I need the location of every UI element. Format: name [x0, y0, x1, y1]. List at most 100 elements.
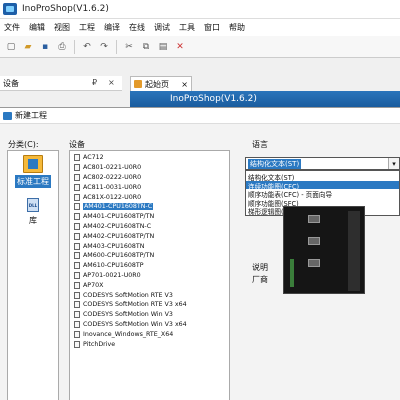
device-icon	[74, 203, 80, 211]
vendor-label: 厂商	[252, 275, 268, 284]
print-icon[interactable]: ⎙	[55, 40, 69, 54]
device-icon	[74, 173, 80, 181]
device-item-label: AC712	[83, 154, 104, 162]
ethernet-port	[308, 215, 320, 223]
device-item[interactable]: AC811-0031-U0R0	[70, 182, 229, 192]
device-item-label: AP70X	[83, 281, 104, 289]
open-icon[interactable]: ▰	[21, 40, 35, 54]
menu-build[interactable]: 编译	[104, 22, 120, 33]
category-list: 标准工程 DLL 库	[7, 150, 59, 400]
close-icon[interactable]: ×	[181, 80, 188, 89]
menu-bar: 文件 编辑 视图 工程 编译 在线 调试 工具 窗口 帮助	[0, 19, 400, 36]
device-icon	[74, 232, 80, 240]
category-label-text: 库	[29, 216, 37, 225]
device-icon	[74, 164, 80, 172]
language-option[interactable]: 结构化文本(ST)	[246, 172, 399, 182]
device-label: 设备	[69, 140, 85, 149]
device-icon	[74, 330, 80, 338]
device-item[interactable]: AM402-CPU1608TP/TN	[70, 231, 229, 241]
menu-window[interactable]: 窗口	[204, 22, 220, 33]
menu-tools[interactable]: 工具	[179, 22, 195, 33]
menu-project[interactable]: 工程	[79, 22, 95, 33]
device-item[interactable]: PitchDrive	[70, 339, 229, 349]
device-item-label: Inovance_Windows_RTE_X64	[83, 330, 174, 338]
device-item[interactable]: CODESYS SoftMotion Win V3 x64	[70, 320, 229, 330]
category-standard-project[interactable]: 标准工程	[9, 153, 57, 190]
app-titlebar: InoProShop(V1.6.2)	[0, 0, 400, 19]
devices-panel-header: 设备 ₽ ×	[0, 76, 122, 91]
chevron-down-icon[interactable]: ▾	[388, 158, 399, 169]
menu-online[interactable]: 在线	[129, 22, 145, 33]
dialog-titlebar: 新建工程	[0, 108, 400, 124]
device-item[interactable]: AM402-CPU1608TN-C	[70, 222, 229, 232]
device-list: AC712 AC801-0221-U0R0 AC802-0222-U0R0 AC…	[69, 150, 230, 400]
device-image	[283, 206, 365, 294]
close-icon[interactable]: ×	[108, 78, 115, 87]
delete-icon[interactable]: ✕	[173, 40, 187, 54]
device-item-label: CODESYS SoftMotion Win V3 x64	[83, 320, 187, 328]
toolbar-separator	[74, 39, 75, 54]
device-item-label: AC802-0222-U0R0	[83, 173, 142, 181]
device-item[interactable]: CODESYS SoftMotion RTE V3 x64	[70, 300, 229, 310]
menu-edit[interactable]: 编辑	[29, 22, 45, 33]
app-logo-icon	[3, 3, 17, 15]
description-label: 说明	[252, 263, 268, 272]
device-icon	[74, 183, 80, 191]
device-icon	[74, 242, 80, 250]
device-item[interactable]: AM401-CPU1608TP/TN	[70, 212, 229, 222]
new-icon[interactable]: ▢	[4, 40, 18, 54]
device-icon	[74, 154, 80, 162]
menu-view[interactable]: 视图	[54, 22, 70, 33]
device-item[interactable]: Inovance_Windows_RTE_X64	[70, 329, 229, 339]
device-item-label: AM610-CPU1608TP	[83, 262, 144, 270]
category-library[interactable]: DLL 库	[9, 196, 57, 229]
device-item[interactable]: AM403-CPU1608TN	[70, 241, 229, 251]
device-item[interactable]: AM610-CPU1608TP	[70, 261, 229, 271]
redo-icon[interactable]: ↷	[97, 40, 111, 54]
device-item[interactable]: AC81X-0122-U0R0	[70, 192, 229, 202]
device-item-label: CODESYS SoftMotion RTE V3 x64	[83, 301, 187, 309]
ethernet-port	[308, 237, 320, 245]
device-item-label: AM600-CPU1608TP/TN	[83, 252, 155, 260]
save-icon[interactable]: ▪	[38, 40, 52, 54]
device-icon	[74, 271, 80, 279]
undo-icon[interactable]: ↶	[80, 40, 94, 54]
device-icon	[74, 311, 80, 319]
start-page-banner: InoProShop(V1.6.2)	[130, 91, 400, 107]
device-item-label: AC811-0031-U0R0	[83, 183, 142, 191]
devices-panel-title: 设备	[3, 78, 19, 88]
language-option-highlighted[interactable]: 连续功能图(CFC)	[246, 180, 399, 191]
device-icon	[74, 222, 80, 230]
copy-icon[interactable]: ⧉	[139, 40, 153, 54]
menu-help[interactable]: 帮助	[229, 22, 245, 33]
device-item[interactable]: AC712	[70, 153, 229, 163]
language-selected-value: 结构化文本(ST)	[248, 158, 302, 169]
device-icon	[74, 252, 80, 260]
device-icon	[74, 213, 80, 221]
toolbar: ▢ ▰ ▪ ⎙ ↶ ↷ ✂ ⧉ ▤ ✕	[0, 36, 400, 58]
device-item-label: PitchDrive	[83, 340, 116, 348]
device-item-selected[interactable]: AM401-CPU1608TN-C	[70, 202, 229, 212]
status-led-strip	[290, 259, 294, 287]
device-item[interactable]: AP701-0021-U0R0	[70, 271, 229, 281]
menu-file[interactable]: 文件	[4, 22, 20, 33]
device-item[interactable]: AP70X	[70, 280, 229, 290]
menu-debug[interactable]: 调试	[154, 22, 170, 33]
device-item[interactable]: AC802-0222-U0R0	[70, 173, 229, 183]
cut-icon[interactable]: ✂	[122, 40, 136, 54]
device-icon	[74, 320, 80, 328]
dialog-title: 新建工程	[15, 111, 47, 120]
device-item-label: CODESYS SoftMotion Win V3	[83, 311, 173, 319]
pin-icon[interactable]: ₽	[92, 78, 97, 87]
device-item-label: AM401-CPU1608TP/TN	[83, 213, 155, 221]
device-item[interactable]: AM600-CPU1608TP/TN	[70, 251, 229, 261]
tab-start-page[interactable]: 起始页 ×	[130, 76, 192, 91]
category-label: 分类(C):	[8, 140, 39, 149]
device-item-label: AC801-0221-U0R0	[83, 164, 142, 172]
language-select[interactable]: 结构化文本(ST) ▾	[245, 157, 400, 170]
device-item[interactable]: CODESYS SoftMotion RTE V3	[70, 290, 229, 300]
language-option[interactable]: 顺序功能表(CFC) - 页面向导	[246, 189, 399, 199]
device-item[interactable]: AC801-0221-U0R0	[70, 163, 229, 173]
device-item[interactable]: CODESYS SoftMotion Win V3	[70, 310, 229, 320]
paste-icon[interactable]: ▤	[156, 40, 170, 54]
